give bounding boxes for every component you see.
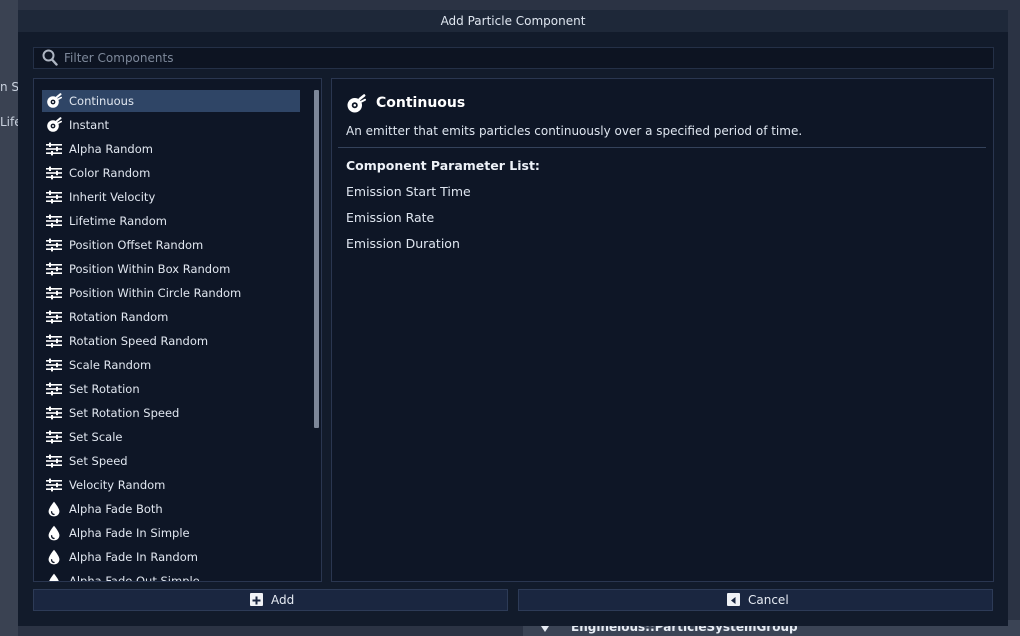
component-list: Continuous Instant Alpha Random Color Rando… — [42, 90, 302, 582]
component-label: Alpha Fade In Random — [69, 550, 198, 564]
component-label: Position Within Circle Random — [69, 286, 242, 300]
sliders-icon — [46, 261, 62, 277]
component-list-item[interactable]: Rotation Random — [42, 306, 302, 330]
component-label: Instant — [69, 118, 110, 132]
sliders-icon — [46, 237, 62, 253]
component-list-item[interactable]: Set Speed — [42, 450, 302, 474]
sliders-icon — [46, 141, 62, 157]
sliders-icon — [46, 189, 62, 205]
sliders-icon — [46, 285, 62, 301]
parameter-item: Emission Duration — [346, 236, 460, 251]
component-list-panel: Continuous Instant Alpha Random Color Rando… — [33, 78, 322, 582]
component-label: Set Speed — [69, 454, 128, 468]
emitter-icon — [46, 117, 62, 133]
component-list-item[interactable]: Set Rotation Speed — [42, 402, 302, 426]
drop-icon — [46, 573, 62, 581]
parameter-item: Emission Rate — [346, 210, 435, 225]
component-list-item[interactable]: Position Within Box Random — [42, 258, 302, 282]
component-list-item[interactable]: Alpha Random — [42, 138, 302, 162]
component-list-item[interactable]: Alpha Fade Both — [42, 498, 302, 522]
component-list-item[interactable]: Lifetime Random — [42, 210, 302, 234]
component-list-item[interactable]: Velocity Random — [42, 474, 302, 498]
add-button-label: Add — [271, 593, 295, 607]
sliders-icon — [46, 405, 62, 421]
component-label: Rotation Random — [69, 310, 169, 324]
sliders-icon — [46, 357, 62, 373]
sliders-icon — [46, 165, 62, 181]
component-list-item[interactable]: Position Offset Random — [42, 234, 302, 258]
component-list-item[interactable]: Scale Random — [42, 354, 302, 378]
component-label: Alpha Random — [69, 142, 153, 156]
component-label: Rotation Speed Random — [69, 334, 209, 348]
component-list-item[interactable]: Inherit Velocity — [42, 186, 302, 210]
component-list-item[interactable]: Alpha Fade Out Simple — [42, 570, 302, 582]
component-list-item[interactable]: Alpha Fade In Simple — [42, 522, 302, 546]
sliders-icon — [46, 309, 62, 325]
sliders-icon — [46, 381, 62, 397]
parameter-list-header: Component Parameter List: — [346, 158, 540, 173]
cancel-button-label: Cancel — [748, 593, 789, 607]
component-label: Color Random — [69, 166, 151, 180]
add-button[interactable]: Add — [33, 589, 508, 611]
component-label: Inherit Velocity — [69, 190, 156, 204]
component-list-item[interactable]: Set Rotation — [42, 378, 302, 402]
emitter-icon — [346, 94, 366, 118]
filter-input[interactable] — [64, 48, 964, 68]
parameter-item: Emission Start Time — [346, 184, 471, 199]
component-label: Position Offset Random — [69, 238, 204, 252]
dialog-title: Add Particle Component — [18, 10, 1008, 32]
detail-title: Continuous — [376, 95, 466, 111]
emitter-icon — [46, 93, 62, 109]
background-editor-panel: n Sp Life — [0, 0, 27, 636]
add-particle-component-dialog: Add Particle Component Continuous Instant… — [18, 10, 1008, 626]
component-list-item[interactable]: Alpha Fade In Random — [42, 546, 302, 570]
component-list-item[interactable]: Color Random — [42, 162, 302, 186]
filter-bar — [33, 47, 994, 69]
search-icon — [42, 49, 58, 66]
component-label: Velocity Random — [69, 478, 166, 492]
component-label: Set Rotation Speed — [69, 406, 180, 420]
cancel-button[interactable]: Cancel — [518, 589, 993, 611]
component-label: Alpha Fade In Simple — [69, 526, 190, 540]
component-detail-panel: Continuous An emitter that emits particl… — [331, 78, 994, 582]
component-label: Alpha Fade Out Simple — [69, 574, 200, 582]
back-arrow-icon — [727, 593, 740, 606]
component-label: Position Within Box Random — [69, 262, 231, 276]
drop-icon — [46, 525, 62, 541]
sliders-icon — [46, 477, 62, 493]
component-list-item[interactable]: Continuous — [42, 90, 302, 114]
component-label: Continuous — [69, 94, 134, 108]
component-label: Set Scale — [69, 430, 123, 444]
detail-description: An emitter that emits particles continuo… — [346, 124, 803, 138]
component-label: Scale Random — [69, 358, 152, 372]
sliders-icon — [46, 429, 62, 445]
sliders-icon — [46, 453, 62, 469]
sliders-icon — [46, 333, 62, 349]
component-list-item[interactable]: Rotation Speed Random — [42, 330, 302, 354]
component-list-item[interactable]: Instant — [42, 114, 302, 138]
plus-icon — [250, 593, 263, 606]
component-label: Set Rotation — [69, 382, 140, 396]
component-label: Alpha Fade Both — [69, 502, 163, 516]
drop-icon — [46, 501, 62, 517]
detail-divider — [338, 147, 986, 148]
component-label: Lifetime Random — [69, 214, 167, 228]
list-scrollbar[interactable] — [314, 90, 319, 428]
component-list-item[interactable]: Set Scale — [42, 426, 302, 450]
sliders-icon — [46, 213, 62, 229]
drop-icon — [46, 549, 62, 565]
component-list-item[interactable]: Position Within Circle Random — [42, 282, 302, 306]
